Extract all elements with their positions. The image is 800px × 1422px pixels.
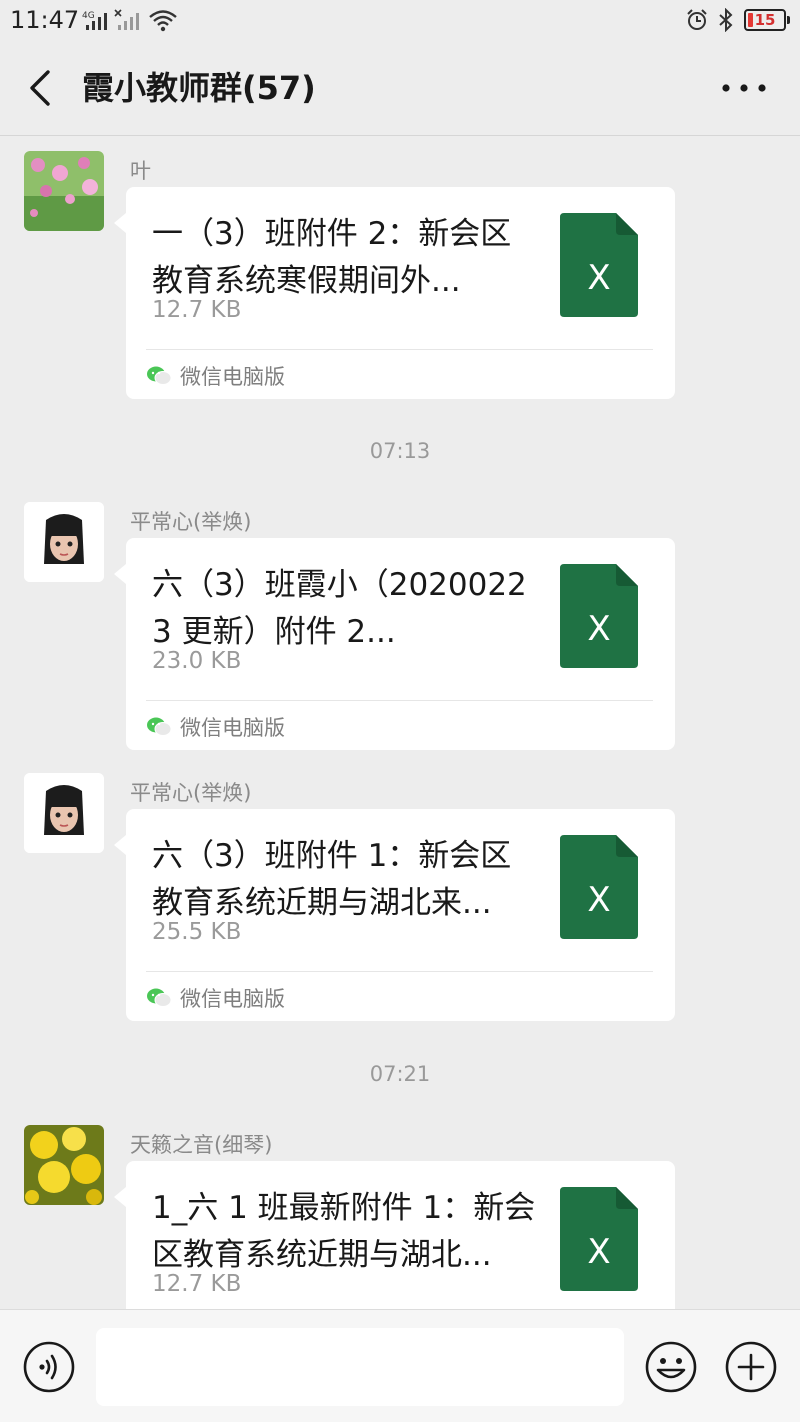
signal-off-icon [114, 9, 139, 30]
chevron-left-icon[interactable] [20, 66, 64, 110]
cartoon-girl-avatar [24, 773, 104, 853]
file-source: 微信电脑版 [146, 983, 285, 1013]
source-label: 微信电脑版 [180, 716, 285, 740]
avatar[interactable] [24, 151, 104, 231]
flowers-photo-avatar [24, 151, 104, 231]
message-list[interactable]: 叶 一（3）班附件 2：新会区教育系统寒假期间外... 12.7 KB X 微信… [0, 137, 800, 1309]
source-label: 微信电脑版 [180, 365, 285, 389]
file-name: 六（3）班附件 1：新会区教育系统近期与湖北来... [152, 838, 512, 921]
signal-icon: 4G [82, 11, 107, 30]
avatar[interactable] [24, 1125, 104, 1205]
file-name: 1_六 1 班最新附件 1：新会区教育系统近期与湖北... [152, 1190, 536, 1273]
timestamp: 07:21 [369, 1062, 431, 1086]
file-size: 12.7 KB [152, 297, 242, 323]
battery-fill [748, 13, 754, 27]
svg-text:X: X [587, 880, 610, 920]
battery-icon: 15 [744, 9, 790, 31]
more-dots-icon[interactable] [716, 66, 772, 110]
bluetooth-icon [719, 8, 733, 32]
file-size: 12.7 KB [152, 1271, 242, 1297]
avatar[interactable] [24, 502, 104, 582]
wechat-icon [147, 717, 172, 736]
avatar[interactable] [24, 773, 104, 853]
wechat-icon [147, 988, 172, 1007]
chat-header: 霞小教师群(57) [0, 40, 800, 136]
sender-name: 平常心(举焕) [130, 510, 252, 534]
source-label: 微信电脑版 [180, 987, 285, 1011]
svg-text:X: X [587, 1232, 610, 1272]
excel-file-icon: X [560, 213, 638, 317]
message-input[interactable] [96, 1328, 624, 1406]
battery-level: 15 [754, 11, 776, 29]
wifi-icon [149, 10, 177, 32]
svg-text:X: X [587, 609, 610, 649]
input-bar [0, 1309, 800, 1422]
divider [146, 700, 653, 701]
excel-file-icon: X [560, 835, 638, 939]
divider [146, 971, 653, 972]
file-size: 23.0 KB [152, 648, 242, 674]
file-message[interactable]: 1_六 1 班最新附件 1：新会区教育系统近期与湖北... 12.7 KB X [114, 1161, 675, 1309]
file-message[interactable]: 一（3）班附件 2：新会区教育系统寒假期间外... 12.7 KB X 微信电脑… [114, 187, 675, 399]
timestamp: 07:13 [369, 439, 431, 463]
alarm-icon [687, 9, 707, 30]
svg-text:X: X [587, 258, 610, 298]
excel-file-icon: X [560, 1187, 638, 1291]
sender-name: 平常心(举焕) [130, 781, 252, 805]
status-bar: 11:47 4G 15 [0, 0, 800, 40]
page-title: 霞小教师群(57) [82, 69, 316, 107]
status-time: 11:47 [10, 6, 80, 34]
file-source: 微信电脑版 [146, 712, 285, 742]
file-size: 25.5 KB [152, 919, 242, 945]
voice-icon[interactable] [22, 1340, 76, 1394]
divider [146, 349, 653, 350]
cartoon-girl-avatar [24, 502, 104, 582]
file-name: 一（3）班附件 2：新会区教育系统寒假期间外... [152, 216, 512, 299]
wechat-icon [147, 366, 172, 385]
file-source: 微信电脑版 [146, 361, 285, 391]
excel-file-icon: X [560, 564, 638, 668]
sender-name: 叶 [130, 159, 151, 183]
file-name: 六（3）班霞小（20200223 更新）附件 2... [152, 567, 527, 650]
file-message[interactable]: 六（3）班霞小（20200223 更新）附件 2... 23.0 KB X 微信… [114, 538, 675, 750]
yellow-flower-photo-avatar [24, 1125, 104, 1205]
svg-text:4G: 4G [82, 11, 95, 21]
file-message[interactable]: 六（3）班附件 1：新会区教育系统近期与湖北来... 25.5 KB X 微信电… [114, 809, 675, 1021]
sender-name: 天籁之音(细琴) [130, 1133, 273, 1157]
emoji-icon[interactable] [644, 1340, 698, 1394]
plus-icon[interactable] [724, 1340, 778, 1394]
